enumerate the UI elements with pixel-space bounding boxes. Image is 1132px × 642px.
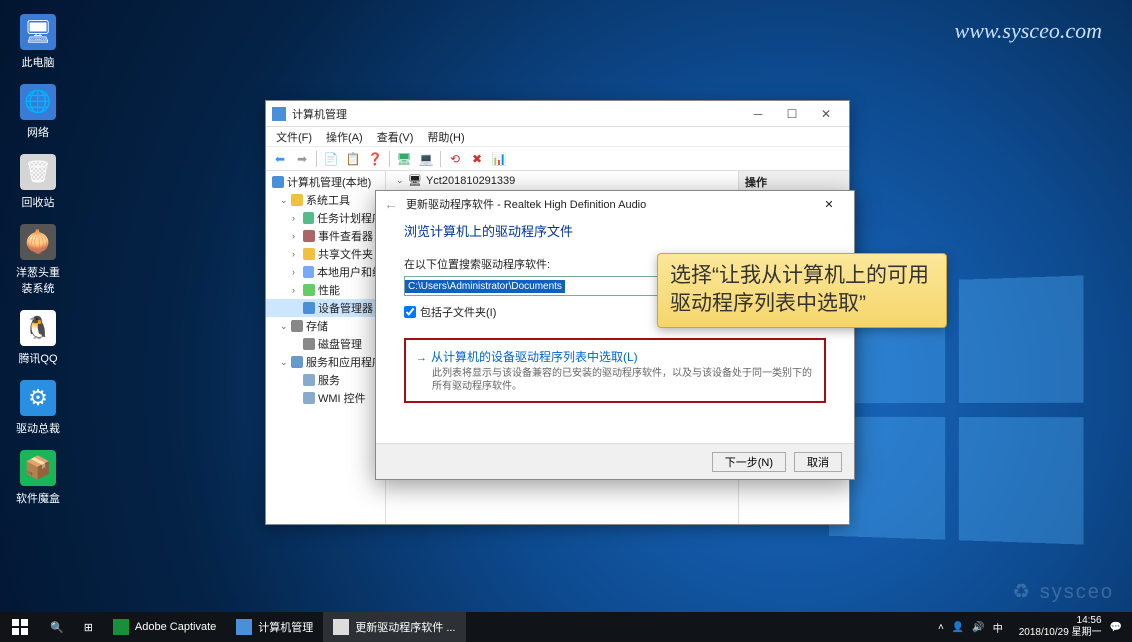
tool-icon[interactable]: 📋 — [343, 149, 363, 169]
next-button[interactable]: 下一步(N) — [712, 452, 786, 472]
update-driver-dialog: ← 更新驱动程序软件 - Realtek High Definition Aud… — [375, 190, 855, 480]
dlg-close-button[interactable]: ✕ — [812, 193, 846, 215]
nav-fwd-icon[interactable]: ➡ — [292, 149, 312, 169]
tree-users[interactable]: ›本地用户和组 — [266, 263, 385, 281]
arrow-right-icon: → — [416, 352, 427, 364]
checkbox-input[interactable] — [404, 306, 416, 318]
tree-storage[interactable]: ⌄存储 — [266, 317, 385, 335]
close-button[interactable]: ✕ — [809, 103, 843, 125]
tool-icon[interactable]: 📄 — [321, 149, 341, 169]
icon-qq[interactable]: 🐧腾讯QQ — [14, 310, 62, 366]
tree-services-apps[interactable]: ⌄服务和应用程序 — [266, 353, 385, 371]
system-tray[interactable]: ˄ 👤 🔊 中 14:56 2018/10/29 星期一 💬 — [928, 615, 1132, 639]
tool-icon[interactable]: ❓ — [365, 149, 385, 169]
tree-event[interactable]: ›事件查看器 — [266, 227, 385, 245]
back-arrow-icon[interactable]: ← — [384, 196, 398, 212]
menu-view[interactable]: 查看(V) — [371, 127, 420, 147]
mgmt-titlebar[interactable]: 计算机管理 ─ ☐ ✕ — [266, 101, 849, 127]
tray-clock[interactable]: 14:56 2018/10/29 星期一 — [1011, 615, 1102, 639]
tool-icon[interactable]: 📊 — [489, 149, 509, 169]
icon-recycle[interactable]: 🗑回收站 — [14, 154, 62, 210]
tree-shared[interactable]: ›共享文件夹 — [266, 245, 385, 263]
tool-icon[interactable]: 🖥 — [394, 149, 414, 169]
tree-devmgr[interactable]: 设备管理器 — [266, 299, 385, 317]
icon-this-pc[interactable]: 🖥此电脑 — [14, 14, 62, 70]
annotation-callout: 选择“让我从计算机上的可用驱动程序列表中选取” — [657, 253, 947, 328]
dlg-heading: 浏览计算机上的驱动程序文件 — [404, 221, 826, 240]
device-computer[interactable]: ⌄🖥 Yct201810291339 — [390, 173, 734, 188]
desktop-icons: 🖥此电脑 🌐网络 🗑回收站 🧅洋葱头重装系统 🐧腾讯QQ ⚙驱动总裁 📦软件魔盒 — [8, 8, 68, 520]
icon-software[interactable]: 📦软件魔盒 — [14, 450, 62, 506]
taskbar-taskview-icon[interactable]: ⊞ — [74, 612, 103, 642]
icon-reinstall[interactable]: 🧅洋葱头重装系统 — [14, 224, 62, 296]
taskbar-app-driver[interactable]: 更新驱动程序软件 ... — [323, 612, 465, 642]
tree-diskmgr[interactable]: 磁盘管理 — [266, 335, 385, 353]
tree-services[interactable]: 服务 — [266, 371, 385, 389]
dlg-footer: 下一步(N) 取消 — [376, 443, 854, 479]
dlg-titlebar[interactable]: ← 更新驱动程序软件 - Realtek High Definition Aud… — [376, 191, 854, 217]
tree-root[interactable]: 计算机管理(本地) — [266, 173, 385, 191]
tray-notification-icon[interactable]: 💬 — [1110, 622, 1122, 633]
watermark-url: www.sysceo.com — [955, 18, 1102, 44]
dlg-title-text: 更新驱动程序软件 - Realtek High Definition Audio — [406, 196, 646, 212]
option-desc: 此列表将显示与该设备兼容的已安装的驱动程序软件，以及与该设备处于同一类别下的所有… — [432, 367, 814, 393]
menu-help[interactable]: 帮助(H) — [421, 127, 470, 147]
mgmt-toolbar: ⬅ ➡ 📄 📋 ❓ 🖥 💻 ⟲ ✖ 📊 — [266, 147, 849, 171]
pick-from-list-option[interactable]: → 从计算机的设备驱动程序列表中选取(L) 此列表将显示与该设备兼容的已安装的驱动… — [404, 338, 826, 403]
tree-perf[interactable]: ›性能 — [266, 281, 385, 299]
taskbar: 🔍 ⊞ Adobe Captivate 计算机管理 更新驱动程序软件 ... ˄… — [0, 612, 1132, 642]
tree-systools[interactable]: ⌄系统工具 — [266, 191, 385, 209]
mgmt-menubar: 文件(F) 操作(A) 查看(V) 帮助(H) — [266, 127, 849, 147]
tray-ime[interactable]: 中 — [993, 620, 1003, 635]
tree-wmi[interactable]: WMI 控件 — [266, 389, 385, 407]
tray-people-icon[interactable]: 👤 — [952, 622, 964, 633]
tray-volume-icon[interactable]: 🔊 — [972, 622, 984, 633]
tool-icon[interactable]: 💻 — [416, 149, 436, 169]
menu-action[interactable]: 操作(A) — [320, 127, 369, 147]
taskbar-search-icon[interactable]: 🔍 — [40, 612, 74, 642]
start-button[interactable] — [0, 612, 40, 642]
tool-scan-icon[interactable]: ⟲ — [445, 149, 465, 169]
taskbar-app-mgmt[interactable]: 计算机管理 — [226, 612, 323, 642]
menu-file[interactable]: 文件(F) — [270, 127, 318, 147]
path-value: C:\Users\Administrator\Documents — [405, 280, 565, 293]
nav-back-icon[interactable]: ⬅ — [270, 149, 290, 169]
icon-driver[interactable]: ⚙驱动总裁 — [14, 380, 62, 436]
tool-delete-icon[interactable]: ✖ — [467, 149, 487, 169]
taskbar-app-captivate[interactable]: Adobe Captivate — [103, 612, 226, 642]
mgmt-icon — [272, 107, 286, 121]
tray-up-icon[interactable]: ˄ — [938, 622, 944, 633]
option-title: 从计算机的设备驱动程序列表中选取(L) — [431, 350, 638, 364]
mgmt-title: 计算机管理 — [292, 106, 347, 122]
maximize-button[interactable]: ☐ — [775, 103, 809, 125]
minimize-button[interactable]: ─ — [741, 103, 775, 125]
cancel-button[interactable]: 取消 — [794, 452, 842, 472]
mgmt-tree[interactable]: 计算机管理(本地) ⌄系统工具 ›任务计划程序 ›事件查看器 ›共享文件夹 ›本… — [266, 171, 386, 524]
watermark-brand: ♻ sysceo — [1012, 579, 1114, 604]
icon-network[interactable]: 🌐网络 — [14, 84, 62, 140]
tree-task[interactable]: ›任务计划程序 — [266, 209, 385, 227]
